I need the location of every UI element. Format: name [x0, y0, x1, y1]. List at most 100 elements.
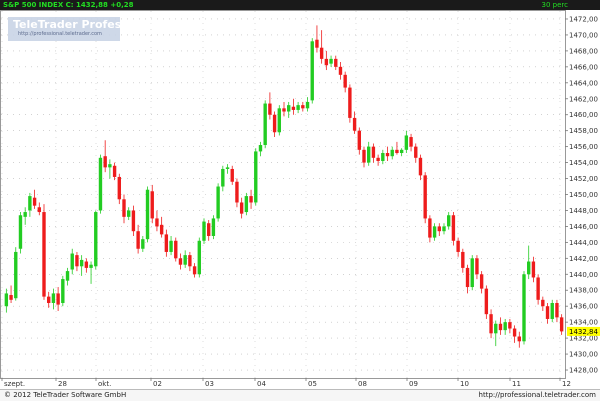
candle-body — [169, 240, 173, 252]
candle-body — [127, 210, 131, 217]
x-tick-label: 05 — [308, 380, 317, 388]
candle-body — [145, 189, 150, 240]
candle — [244, 192, 249, 216]
candle-body — [56, 293, 60, 305]
candle-body — [84, 261, 89, 268]
candle-body — [456, 240, 460, 252]
candle-body — [178, 258, 183, 265]
candle — [202, 218, 206, 244]
candle-body — [376, 157, 380, 161]
footer-url[interactable]: http://professional.teletrader.com — [479, 391, 596, 399]
x-tick-label: 04 — [257, 380, 266, 388]
candle-body — [32, 197, 37, 206]
candle-body — [42, 212, 46, 297]
candle-body — [136, 231, 140, 249]
candle — [14, 247, 18, 301]
y-tick-label: 1460,00 — [569, 111, 598, 119]
candle-body — [324, 58, 329, 66]
candle-body — [512, 328, 517, 337]
candle-body — [183, 255, 187, 265]
candle — [263, 100, 267, 149]
candle-body — [131, 210, 136, 232]
candlestick-chart[interactable]: 1428,001430,001432,001434,001436,001438,… — [0, 0, 600, 400]
candle-body — [508, 322, 512, 329]
x-axis: szept. 28 okt. 02 03 04 05 08 09 10 11 12 — [1, 378, 571, 388]
candle-body — [531, 261, 536, 278]
candle-body — [371, 146, 376, 158]
candle-body — [385, 153, 390, 157]
candle-body — [192, 266, 197, 275]
candle-body — [404, 135, 409, 150]
candle-body — [103, 156, 107, 168]
candle-body — [447, 215, 451, 227]
candle-body — [291, 106, 296, 110]
candle — [550, 299, 554, 323]
y-tick-label: 1466,00 — [569, 63, 598, 71]
candle — [18, 212, 23, 254]
interval-label: 30 perc — [541, 1, 568, 9]
candle — [470, 255, 474, 291]
y-tick-label: 1462,00 — [569, 95, 598, 103]
candle-body — [122, 199, 126, 217]
candle-body — [150, 191, 154, 219]
candle-body — [197, 240, 201, 275]
candle-body — [75, 255, 79, 267]
candle — [254, 148, 258, 206]
x-tick-label: okt. — [98, 380, 111, 388]
x-tick-label: 12 — [562, 380, 571, 388]
candle-body — [527, 261, 531, 275]
candle-body — [555, 303, 559, 318]
candle-body — [470, 258, 474, 288]
candle-body — [239, 202, 244, 214]
candle-body — [390, 149, 394, 157]
y-tick-label: 1430,00 — [569, 351, 598, 359]
candle-body — [37, 207, 41, 213]
y-tick-label: 1450,00 — [569, 191, 598, 199]
y-axis: 1428,001430,001432,001434,001436,001438,… — [565, 15, 598, 375]
y-tick-label: 1442,00 — [569, 255, 598, 263]
candle-body — [89, 264, 93, 268]
price-change: +0,28 — [110, 1, 134, 9]
candle-body — [23, 212, 27, 217]
candle-body — [522, 274, 526, 342]
candle-body — [479, 274, 484, 289]
candle-body — [230, 168, 234, 182]
x-tick-label: szept. — [4, 380, 25, 388]
candle — [348, 84, 352, 123]
candle-body — [263, 103, 267, 146]
y-tick-label: 1454,00 — [569, 159, 598, 167]
last-price-marker: 1432,84 — [567, 326, 600, 336]
teletrader-logo: TeleTrader Professional http://professio… — [8, 17, 158, 41]
x-tick-label: 11 — [512, 380, 521, 388]
y-tick-label: 1448,00 — [569, 207, 598, 215]
candle-body — [541, 299, 545, 307]
candle-body — [174, 240, 178, 259]
y-tick-label: 1458,00 — [569, 127, 598, 135]
candle — [174, 237, 178, 262]
candle — [98, 154, 103, 214]
y-tick-label: 1470,00 — [569, 31, 598, 39]
candle-body — [216, 186, 220, 219]
candle-body — [244, 196, 249, 213]
y-tick-label: 1468,00 — [569, 47, 598, 55]
y-tick-label: 1446,00 — [569, 223, 598, 231]
candle-body — [451, 215, 456, 241]
candle-body — [141, 239, 145, 249]
candle-body — [70, 253, 74, 270]
candle-body — [277, 108, 281, 133]
y-tick-label: 1440,00 — [569, 271, 598, 279]
y-tick-label: 1472,00 — [569, 15, 598, 23]
candle-body — [489, 314, 493, 334]
candle-body — [98, 157, 103, 211]
candle-body — [296, 105, 300, 110]
candle-body — [65, 271, 70, 281]
candle-body — [305, 101, 310, 109]
candle-body — [94, 212, 98, 267]
logo-url: http://professional.teletrader.com — [18, 31, 102, 37]
candle-body — [254, 151, 258, 203]
x-tick-label: 03 — [205, 380, 214, 388]
candle-body — [550, 303, 554, 319]
y-tick-label: 1456,00 — [569, 143, 598, 151]
candle-body — [47, 296, 51, 304]
candle-body — [484, 288, 489, 315]
